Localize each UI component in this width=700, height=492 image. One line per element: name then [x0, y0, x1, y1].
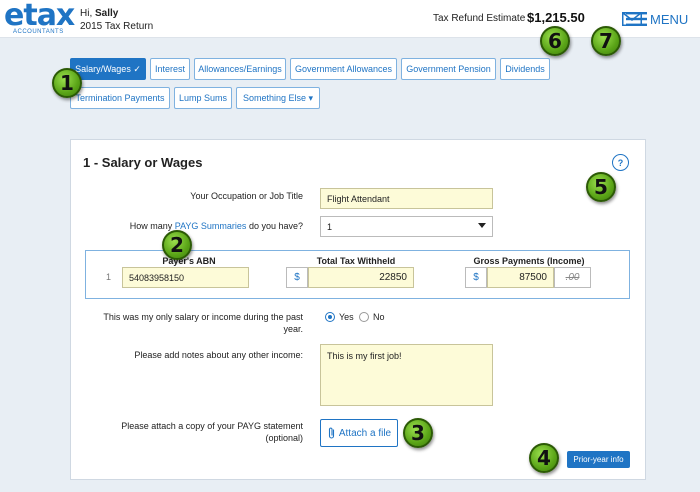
col-header-gross: Gross Payments (Income) [473, 256, 585, 266]
user-name: Sally [95, 8, 119, 19]
payg-summaries-link[interactable]: PAYG Summaries [175, 221, 247, 231]
tax-currency-sign: $ [286, 267, 308, 288]
row-number: 1 [106, 272, 112, 282]
attach-file-button[interactable]: Attach a file [320, 419, 398, 447]
annotation-badge-2: 2 [162, 230, 192, 260]
notes-textarea[interactable]: This is my first job! [320, 344, 493, 406]
gross-cents: .00 [554, 267, 591, 288]
radio-no-dot [359, 312, 369, 322]
payg-count-label: How many PAYG Summaries do you have? [111, 220, 303, 232]
col-header-tax: Total Tax Withheld [316, 256, 396, 266]
etax-logo[interactable]: etax ACCOUNTANTS [4, 0, 75, 36]
tab-termination-payments[interactable]: Termination Payments [70, 87, 170, 109]
user-greeting: Hi, Sally 2015 Tax Return [80, 7, 153, 33]
return-label: 2015 Tax Return [80, 21, 154, 32]
payg-count-value: 1 [327, 221, 333, 232]
section-title: 1 - Salary or Wages [83, 155, 203, 170]
notes-label: Please add notes about any other income: [134, 350, 303, 360]
radio-yes-label: Yes [339, 312, 354, 322]
occupation-label: Your Occupation or Job Title [190, 191, 303, 201]
refund-amount: $1,215.50 [527, 10, 585, 25]
gross-currency-sign: $ [465, 267, 487, 288]
tab-lump-sums[interactable]: Lump Sums [174, 87, 232, 109]
hamburger-icon [626, 12, 647, 26]
annotation-badge-1: 1 [52, 68, 82, 98]
tab-something-else[interactable]: Something Else ▾ [236, 87, 320, 109]
payg-count-select[interactable]: 1 [320, 216, 493, 237]
radio-no[interactable]: No [359, 312, 385, 322]
help-icon[interactable]: ? [612, 154, 629, 171]
annotation-badge-6: 6 [540, 26, 570, 56]
annotation-badge-3: 3 [403, 418, 433, 448]
greeting-prefix: Hi, [80, 8, 93, 19]
tab-government-pension[interactable]: Government Pension [401, 58, 496, 80]
radio-yes-dot [325, 312, 335, 322]
annotation-badge-5: 5 [586, 172, 616, 202]
tab-dividends[interactable]: Dividends [500, 58, 550, 80]
tab-salary-wages[interactable]: Salary/Wages ✓ [70, 58, 146, 80]
payg-summary-table: Payer's ABN Total Tax Withheld Gross Pay… [85, 250, 630, 299]
logo-subtitle: ACCOUNTANTS [13, 29, 64, 35]
paperclip-icon [328, 427, 334, 439]
annotation-badge-7: 7 [591, 26, 621, 56]
salary-wages-card: 1 - Salary or Wages ? Your Occupation or… [70, 139, 646, 480]
radio-no-label: No [373, 312, 385, 322]
menu-label: MENU [650, 11, 689, 27]
attach-file-label: Attach a file [338, 427, 392, 439]
refund-label: Tax Refund Estimate [433, 13, 526, 24]
annotation-badge-4: 4 [529, 443, 559, 473]
tab-interest[interactable]: Interest [150, 58, 190, 80]
col-header-abn: Payer's ABN [162, 256, 216, 266]
gross-payments-field[interactable]: 87500 [487, 267, 554, 288]
prior-year-info-button[interactable]: Prior-year info [567, 451, 630, 468]
radio-yes[interactable]: Yes [325, 312, 354, 322]
only-income-label: This was my only salary or income during… [103, 312, 303, 334]
tab-allowances-earnings[interactable]: Allowances/Earnings [194, 58, 286, 80]
menu-button[interactable]: MENU [626, 11, 688, 27]
tab-government-allowances[interactable]: Government Allowances [290, 58, 397, 80]
occupation-field[interactable]: Flight Attendant [320, 188, 493, 209]
payg-suffix: do you have? [248, 221, 303, 231]
abn-field[interactable]: 54083958150 [122, 267, 249, 288]
tax-withheld-field[interactable]: 22850 [308, 267, 414, 288]
attach-label: Please attach a copy of your PAYG statem… [121, 421, 303, 443]
chevron-down-icon [478, 223, 486, 228]
payg-prefix: How many [129, 221, 173, 231]
